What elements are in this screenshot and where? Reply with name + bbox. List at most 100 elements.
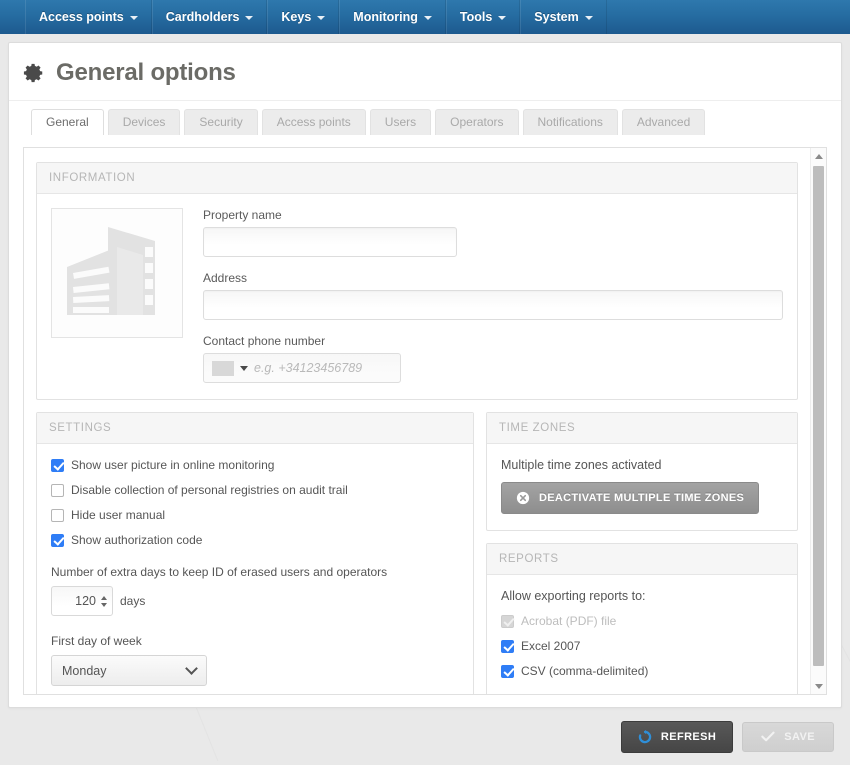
main-content-card: General options General Devices Security… — [8, 42, 842, 708]
setting-show-user-picture[interactable]: Show user picture in online monitoring — [51, 458, 459, 472]
nav-item-monitoring[interactable]: Monitoring — [339, 0, 446, 34]
gear-icon — [23, 62, 45, 84]
checkbox — [501, 614, 514, 628]
save-button[interactable]: SAVE — [742, 721, 834, 752]
extra-days-stepper[interactable]: 120 — [51, 586, 113, 616]
checkbox-label: Hide user manual — [71, 508, 166, 522]
checkbox-label: Excel 2007 — [521, 639, 581, 653]
first-day-of-week-value: Monday — [62, 663, 107, 678]
setting-disable-personal-registries[interactable]: Disable collection of personal registrie… — [51, 483, 459, 497]
first-day-of-week-select[interactable]: Monday — [51, 655, 207, 686]
vertical-scrollbar[interactable] — [810, 148, 826, 694]
tab-bar: General Devices Security Access points U… — [9, 101, 841, 135]
contact-phone-field[interactable]: e.g. +34123456789 — [203, 353, 401, 383]
check-icon — [761, 731, 775, 742]
refresh-icon — [638, 729, 652, 744]
tab-label: Security — [199, 115, 243, 129]
page-title: General options — [9, 43, 841, 101]
checkbox-label: Show user picture in online monitoring — [71, 458, 275, 472]
checkbox[interactable] — [51, 458, 64, 472]
contact-phone-placeholder: e.g. +34123456789 — [254, 361, 363, 375]
address-label: Address — [203, 271, 248, 285]
nav-item-label: System — [534, 10, 579, 24]
report-format-pdf: Acrobat (PDF) file — [501, 614, 783, 628]
stepper-arrows[interactable] — [101, 595, 107, 607]
address-input[interactable] — [203, 290, 783, 320]
nav-item-label: Cardholders — [165, 10, 240, 24]
tab-label: General — [46, 115, 89, 129]
chevron-down-icon[interactable] — [240, 365, 248, 371]
button-label: REFRESH — [660, 730, 717, 743]
checkbox-label: Disable collection of personal registrie… — [71, 483, 348, 497]
tab-notifications[interactable]: Notifications — [522, 109, 618, 135]
reports-panel-header: REPORTS — [487, 544, 797, 575]
tab-security[interactable]: Security — [184, 109, 258, 135]
tab-label: Access points — [276, 115, 351, 129]
button-label: DEACTIVATE MULTIPLE TIME ZONES — [539, 492, 745, 504]
checkbox[interactable] — [501, 639, 514, 653]
scrollbar-track[interactable] — [811, 164, 826, 678]
chevron-down-icon — [129, 16, 138, 20]
checkbox[interactable] — [51, 483, 64, 497]
setting-show-authorization-code[interactable]: Show authorization code — [51, 533, 459, 547]
nav-item-label: Tools — [459, 10, 493, 24]
building-placeholder-icon — [63, 219, 171, 328]
nav-item-label: Access points — [39, 10, 124, 24]
tab-label: Notifications — [537, 115, 603, 129]
tab-devices[interactable]: Devices — [107, 109, 181, 135]
tab-access-points[interactable]: Access points — [261, 109, 366, 135]
scrollbar-thumb[interactable] — [813, 166, 824, 666]
tab-label: Operators — [450, 115, 504, 129]
scroll-up-icon — [815, 153, 823, 159]
report-format-csv[interactable]: CSV (comma-delimited) — [501, 664, 783, 678]
stepper-up-icon[interactable] — [101, 595, 107, 600]
settings-panel-body: Show user picture in online monitoring D… — [37, 444, 473, 694]
time-zones-panel: TIME ZONES Multiple time zones activated — [486, 412, 798, 531]
refresh-button[interactable]: REFRESH — [620, 720, 734, 753]
tab-operators[interactable]: Operators — [435, 109, 519, 135]
setting-hide-user-manual[interactable]: Hide user manual — [51, 508, 459, 522]
tab-label: Users — [384, 115, 417, 129]
settings-panel: SETTINGS Show user picture in online mon… — [36, 412, 474, 694]
tab-label: Devices — [122, 115, 166, 129]
property-name-label: Property name — [203, 208, 282, 222]
chevron-down-icon — [423, 16, 432, 20]
page-title-text: General options — [56, 59, 236, 86]
deactivate-multiple-time-zones-button[interactable]: DEACTIVATE MULTIPLE TIME ZONES — [501, 482, 760, 514]
tab-advanced[interactable]: Advanced — [621, 109, 706, 135]
checkbox-label: Acrobat (PDF) file — [521, 614, 617, 628]
information-panel-body: Property name Address Contact phone numb… — [37, 194, 797, 399]
property-name-input[interactable] — [203, 227, 457, 257]
checkbox[interactable] — [501, 664, 514, 678]
reports-intro: Allow exporting reports to: — [501, 589, 646, 603]
chevron-down-icon — [584, 16, 593, 20]
report-format-excel[interactable]: Excel 2007 — [501, 639, 783, 653]
extra-days-units: days — [120, 594, 146, 608]
nav-item-cardholders[interactable]: Cardholders — [151, 0, 268, 34]
close-circle-icon — [516, 491, 530, 505]
nav-item-access-points[interactable]: Access points — [25, 0, 152, 34]
main-navbar: Access points Cardholders Keys Monitorin… — [0, 0, 850, 34]
scroll-down-button[interactable] — [811, 678, 826, 694]
checkbox-label: Show authorization code — [71, 533, 203, 547]
scroll-up-button[interactable] — [811, 148, 826, 164]
checkbox[interactable] — [51, 508, 64, 522]
checkbox[interactable] — [51, 533, 64, 547]
property-image-placeholder[interactable] — [51, 208, 183, 338]
nav-item-system[interactable]: System — [520, 0, 607, 34]
tab-general[interactable]: General — [31, 109, 104, 135]
settings-content: INFORMATION Property name Address Contac… — [24, 148, 810, 694]
reports-panel-body: Allow exporting reports to: Acrobat (PDF… — [487, 575, 797, 694]
information-panel: INFORMATION Property name Address Contac… — [36, 162, 798, 400]
stepper-down-icon[interactable] — [101, 602, 107, 607]
nav-item-label: Keys — [281, 10, 312, 24]
footer-actions: REFRESH SAVE — [0, 708, 850, 765]
flag-icon — [212, 360, 234, 376]
tab-users[interactable]: Users — [369, 109, 432, 135]
chevron-down-icon — [245, 16, 254, 20]
nav-item-keys[interactable]: Keys — [267, 0, 340, 34]
nav-item-tools[interactable]: Tools — [445, 0, 521, 34]
extra-days-value: 120 — [75, 594, 96, 608]
settings-panel-header: SETTINGS — [37, 413, 473, 444]
time-zones-panel-body: Multiple time zones activated DEACTIVATE… — [487, 444, 797, 530]
